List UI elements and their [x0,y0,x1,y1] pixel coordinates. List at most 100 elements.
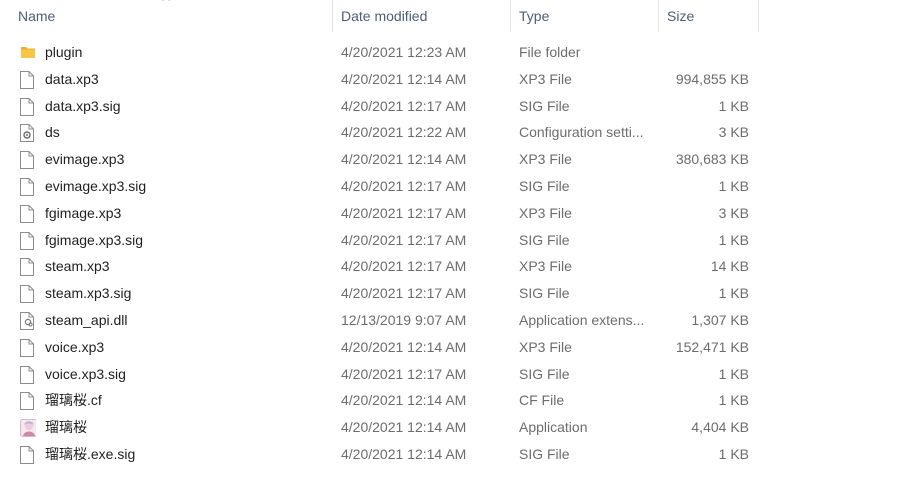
file-row[interactable]: fgimage.xp3.sig 4/20/2021 12:17 AM SIG Fil… [0,227,760,254]
file-row[interactable]: 瑠璃桜.cf 4/20/2021 12:14 AM CF File 1 KB [0,387,760,414]
column-header: Name ^ Date modified Type Size [0,0,760,32]
file-name: plugin [45,44,83,60]
file-date-modified: 4/20/2021 12:17 AM [341,204,467,221]
file-type: SIG File [519,97,570,114]
file-row[interactable]: data.xp3.sig 4/20/2021 12:17 AM SIG File 1 … [0,93,760,120]
file-date-modified: 4/20/2021 12:17 AM [341,365,467,382]
file-row[interactable]: voice.xp3 4/20/2021 12:14 AM XP3 File 152,4… [0,334,760,361]
file-name: 瑠璃桜 [45,419,87,436]
file-icon [20,204,36,223]
file-row[interactable]: 瑠璃桜 4/20/2021 12:14 AM Application 4,404 KB [0,414,760,441]
column-date-label: Date modified [341,8,428,24]
file-date-modified: 4/20/2021 12:22 AM [341,124,467,141]
file-name: 瑠璃桜.exe.sig [45,445,136,462]
file-row[interactable]: steam.xp3.sig 4/20/2021 12:17 AM SIG File 1… [0,280,760,307]
file-name: steam.xp3.sig [45,285,132,302]
file-row[interactable]: steam_api.dll 12/13/2019 9:07 AM Applicati… [0,307,760,334]
column-size-label: Size [667,8,695,24]
file-row[interactable]: voice.xp3.sig 4/20/2021 12:17 AM SIG File 1… [0,361,760,388]
app-icon [20,419,36,438]
file-size: 1 KB [718,97,749,114]
file-size: 3 KB [718,124,749,141]
file-row[interactable]: evimage.xp3.sig 4/20/2021 12:17 AM SIG Fil… [0,173,760,200]
file-date-modified: 4/20/2021 12:23 AM [341,44,467,60]
config-file-icon [20,124,36,143]
column-header-date-modified[interactable]: Date modified [333,0,511,32]
file-size: 1 KB [718,392,749,409]
file-icon [20,365,36,384]
file-name: evimage.xp3.sig [45,177,147,194]
file-name: data.xp3 [45,70,99,87]
file-date-modified: 4/20/2021 12:17 AM [341,97,467,114]
column-header-name[interactable]: Name ^ [0,0,333,32]
file-size: 1,307 KB [691,311,749,328]
file-date-modified: 4/20/2021 12:14 AM [341,151,467,168]
file-size: 1 KB [718,445,749,462]
file-icon [20,70,36,89]
column-header-type[interactable]: Type [511,0,659,32]
file-type: XP3 File [519,258,572,275]
file-icon [20,445,36,464]
file-name: voice.xp3 [45,338,105,355]
file-size: 994,855 KB [675,70,749,87]
file-date-modified: 4/20/2021 12:17 AM [341,231,467,248]
file-name: fgimage.xp3 [45,204,122,221]
file-row[interactable]: plugin 4/20/2021 12:23 AM File folder [0,39,760,66]
file-name: steam_api.dll [45,311,128,328]
file-date-modified: 4/20/2021 12:14 AM [341,70,467,87]
file-date-modified: 4/20/2021 12:17 AM [341,177,467,194]
file-type: SIG File [519,231,570,248]
file-icon [20,177,36,196]
file-size: 3 KB [718,204,749,221]
file-row[interactable]: 瑠璃桜.exe.sig 4/20/2021 12:14 AM SIG File 1 K… [0,441,760,468]
file-list: plugin 4/20/2021 12:23 AM File folder data.… [0,39,760,468]
file-name: voice.xp3.sig [45,365,126,382]
folder-icon [20,44,36,62]
sort-chevron-icon: ^ [162,0,171,7]
file-size: 152,471 KB [675,338,749,355]
file-icon [20,392,36,411]
file-date-modified: 4/20/2021 12:17 AM [341,258,467,275]
dll-file-icon [20,311,36,330]
file-name: steam.xp3 [45,258,110,275]
column-header-size[interactable]: Size [659,0,759,32]
file-icon [20,151,36,170]
file-type: Application [519,419,588,436]
file-icon [20,258,36,277]
file-row[interactable]: data.xp3 4/20/2021 12:14 AM XP3 File 994,85… [0,66,760,93]
file-size: 1 KB [718,285,749,302]
file-size: 14 KB [710,258,749,275]
file-type: XP3 File [519,70,572,87]
file-date-modified: 4/20/2021 12:14 AM [341,445,467,462]
file-date-modified: 4/20/2021 12:14 AM [341,338,467,355]
file-size: 4,404 KB [691,419,749,436]
file-name: fgimage.xp3.sig [45,231,144,248]
file-date-modified: 4/20/2021 12:14 AM [341,419,467,436]
file-name: evimage.xp3 [45,151,125,168]
file-size: 1 KB [718,231,749,248]
file-row[interactable]: evimage.xp3 4/20/2021 12:14 AM XP3 File 380… [0,146,760,173]
column-name-label: Name [18,8,56,24]
file-name: data.xp3.sig [45,97,121,114]
file-row[interactable]: fgimage.xp3 4/20/2021 12:17 AM XP3 File 3 K… [0,200,760,227]
file-explorer: Name ^ Date modified Type Size plugin 4/2… [0,0,900,477]
file-type: CF File [519,392,565,409]
file-date-modified: 4/20/2021 12:17 AM [341,285,467,302]
file-type: Configuration setti... [519,124,644,141]
column-type-label: Type [519,8,550,24]
file-type: File folder [519,44,581,60]
file-icon [20,285,36,304]
file-icon [20,338,36,357]
file-icon [20,97,36,116]
file-type: SIG File [519,177,570,194]
file-name: 瑠璃桜.cf [45,392,102,409]
file-type: SIG File [519,365,570,382]
file-type: XP3 File [519,338,572,355]
file-row[interactable]: steam.xp3 4/20/2021 12:17 AM XP3 File 14 KB [0,253,760,280]
file-type: SIG File [519,285,570,302]
file-type: XP3 File [519,151,572,168]
file-size: 1 KB [718,365,749,382]
file-name: ds [45,124,60,141]
file-row[interactable]: ds 4/20/2021 12:22 AM Configuration setti.… [0,119,760,146]
file-size: 1 KB [718,177,749,194]
